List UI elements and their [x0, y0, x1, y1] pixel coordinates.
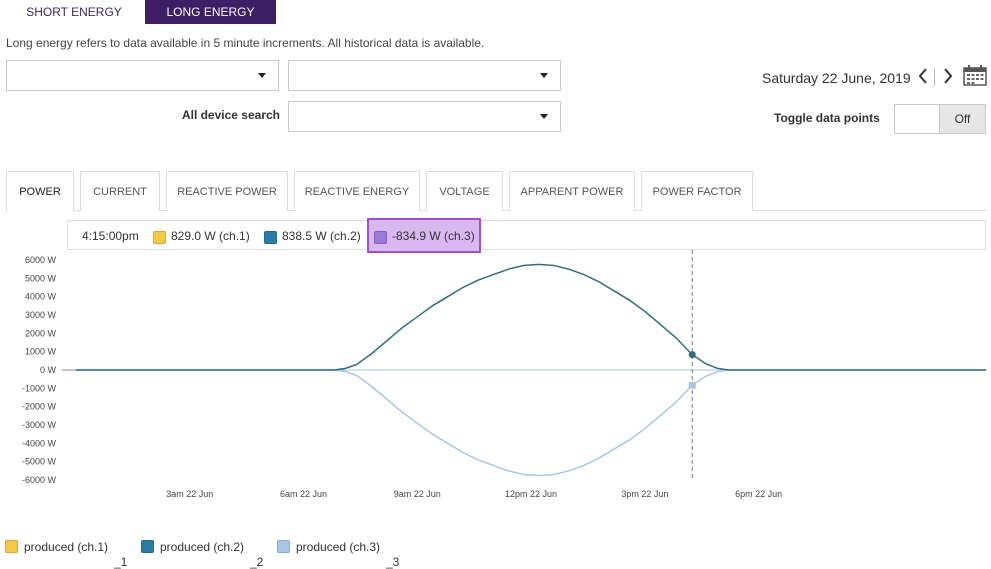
ch2-legend-swatch: [141, 540, 154, 553]
x-tick-label: 12pm 22 Jun: [505, 489, 557, 499]
hover-value-ch2: 838.5 W (ch.2): [282, 229, 361, 243]
hover-point-ch3: [688, 381, 696, 389]
y-tick-label: 1000 W: [25, 347, 57, 357]
toggle-data-points-label: Toggle data points: [774, 111, 880, 125]
y-tick-label: -4000 W: [22, 438, 57, 448]
x-tick-label: 6am 22 Jun: [280, 489, 327, 499]
hover-value-ch3: -834.9 W (ch.3): [392, 229, 475, 243]
tab-long-energy[interactable]: LONG ENERGY: [145, 0, 276, 24]
y-tick-label: -5000 W: [22, 457, 57, 467]
legend-item-ch3[interactable]: produced (ch.3): [296, 540, 380, 554]
device-select[interactable]: [288, 60, 561, 91]
tab-current[interactable]: CURRENT: [80, 171, 160, 211]
tab-short-energy[interactable]: SHORT ENERGY: [0, 0, 148, 24]
y-tick-label: 3000 W: [25, 310, 57, 320]
y-tick-label: 2000 W: [25, 328, 57, 338]
legend-item-ch1[interactable]: produced (ch.1): [24, 540, 108, 554]
tab-voltage[interactable]: VOLTAGE: [426, 171, 503, 211]
tab-power[interactable]: POWER: [6, 171, 74, 212]
hover-point-ch2: [688, 351, 696, 359]
measure-tabbar: POWER CURRENT REACTIVE POWER REACTIVE EN…: [6, 171, 986, 212]
hover-time: 4:15:00pm: [82, 229, 139, 243]
description-text: Long energy refers to data available in …: [6, 36, 485, 50]
tab-power-factor[interactable]: POWER FACTOR: [641, 171, 753, 211]
ch2-swatch: [264, 231, 277, 244]
all-device-search-select[interactable]: [288, 101, 561, 132]
prev-day-button[interactable]: [917, 66, 929, 91]
y-tick-label: 0 W: [40, 365, 57, 375]
y-tick-label: -1000 W: [22, 383, 57, 393]
power-chart[interactable]: 6000 W 5000 W 4000 W 3000 W 2000 W 1000 W 0 W -…: [0, 250, 991, 510]
toggle-data-points-switch[interactable]: Off: [894, 104, 986, 134]
date-display: Saturday 22 June, 2019: [762, 70, 911, 86]
y-tick-label: -2000 W: [22, 402, 57, 412]
all-device-search-label: All device search: [181, 108, 280, 122]
y-tick-label: 6000 W: [25, 255, 57, 265]
chevron-down-icon: [540, 114, 548, 119]
next-day-button[interactable]: [942, 66, 954, 91]
chevron-down-icon: [540, 73, 548, 78]
tab-reactive-power[interactable]: REACTIVE POWER: [166, 171, 288, 211]
site-select[interactable]: [6, 60, 279, 91]
bottom-legend: produced (ch.1) _1 produced (ch.2) _2 pr…: [0, 536, 991, 569]
ch1-swatch: [153, 231, 166, 244]
x-tick-label: 3pm 22 Jun: [621, 489, 668, 499]
ch3-legend-swatch: [277, 540, 290, 553]
x-tick-label: 9am 22 Jun: [394, 489, 441, 499]
chevron-down-icon: [258, 73, 266, 78]
series-line-ch3: [76, 369, 987, 477]
chevron-left-icon: [918, 68, 927, 84]
legend-sub-ch2: _2: [250, 555, 264, 569]
tab-reactive-energy[interactable]: REACTIVE ENERGY: [294, 171, 420, 211]
legend-item-ch2[interactable]: produced (ch.2): [160, 540, 244, 554]
legend-sub-ch1: _1: [114, 555, 128, 569]
x-tick-label: 3am 22 Jun: [166, 489, 213, 499]
tab-apparent-power[interactable]: APPARENT POWER: [509, 171, 635, 211]
toggle-state: Off: [939, 105, 985, 133]
nav-divider: [934, 68, 935, 86]
x-tick-label: 6pm 22 Jun: [735, 489, 782, 499]
chevron-right-icon: [944, 68, 953, 84]
legend-sub-ch3: _3: [386, 555, 400, 569]
series-line-ch2: [76, 263, 987, 371]
y-tick-label: -6000 W: [22, 475, 57, 485]
ch3-swatch: [374, 231, 387, 244]
hover-legend: 4:15:00pm 829.0 W (ch.1) 838.5 W (ch.2) …: [67, 218, 986, 253]
y-tick-label: -3000 W: [22, 420, 57, 430]
calendar-button[interactable]: [963, 64, 987, 86]
calendar-icon: [963, 65, 987, 86]
hover-value-ch1: 829.0 W (ch.1): [171, 229, 250, 243]
y-tick-label: 4000 W: [25, 292, 57, 302]
ch1-legend-swatch: [5, 540, 18, 553]
y-tick-label: 5000 W: [25, 273, 57, 283]
